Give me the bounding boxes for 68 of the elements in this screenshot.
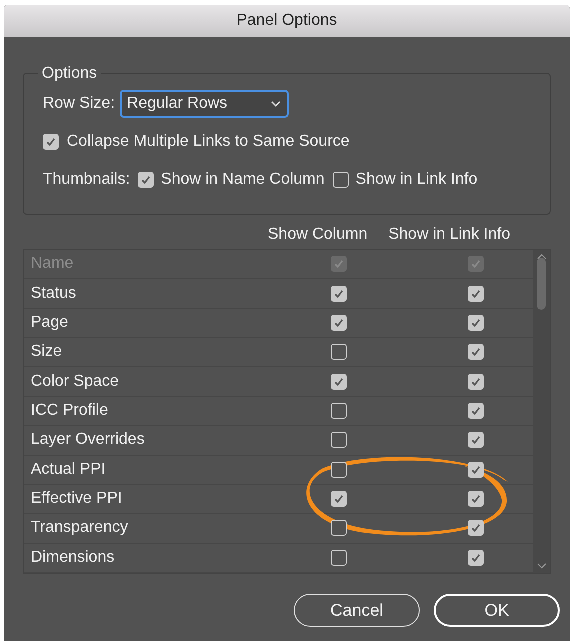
- checkbox[interactable]: [43, 134, 59, 150]
- checkmark-icon: [470, 464, 482, 476]
- ok-button[interactable]: OK: [434, 594, 560, 627]
- checkmark-icon: [470, 316, 482, 329]
- checkmark-icon: [45, 136, 57, 148]
- checkbox[interactable]: [331, 520, 347, 536]
- checkbox[interactable]: [331, 344, 347, 360]
- checkbox[interactable]: [468, 491, 484, 508]
- checkbox[interactable]: [331, 286, 347, 302]
- checkbox[interactable]: [468, 462, 484, 478]
- column-header: Show Column: [268, 225, 368, 245]
- checkbox[interactable]: [332, 172, 349, 188]
- checkmark-icon: [470, 434, 482, 446]
- column-header: Show in Link Info: [388, 225, 510, 245]
- checkbox[interactable]: [468, 402, 484, 419]
- row-label: Dimensions: [31, 548, 116, 568]
- checkbox[interactable]: [468, 432, 484, 448]
- checkmark-icon: [333, 288, 345, 300]
- checkbox[interactable]: [468, 374, 484, 390]
- checkbox-label: Collapse Multiple Links to Same Source: [67, 132, 350, 152]
- scrollbar[interactable]: [533, 250, 550, 573]
- row-label: Page: [31, 312, 70, 333]
- checkmark-icon: [470, 493, 482, 506]
- checkmark-icon: [470, 288, 482, 300]
- cancel-button[interactable]: Cancel: [294, 594, 420, 627]
- checkbox[interactable]: [331, 491, 347, 508]
- checkbox-label: Show in Link Info: [356, 170, 478, 190]
- row-size-label: Row Size:: [43, 94, 116, 114]
- checkmark-icon: [333, 376, 345, 388]
- checkbox[interactable]: [468, 286, 484, 302]
- checkbox[interactable]: [468, 314, 484, 331]
- checkbox[interactable]: [468, 520, 484, 536]
- chevron-down-icon: [270, 100, 282, 108]
- checkbox[interactable]: [331, 462, 347, 478]
- window-title: Panel Options: [236, 11, 338, 31]
- chevron-up-icon: [536, 253, 546, 260]
- row-label: Layer Overrides: [31, 430, 146, 450]
- checkbox[interactable]: [331, 402, 347, 419]
- row-label: Color Space: [31, 372, 120, 392]
- row-size-dropdown[interactable]: Regular Rows: [120, 90, 290, 118]
- checkbox[interactable]: [331, 550, 347, 566]
- scrollbar-thumb[interactable]: [537, 258, 546, 310]
- row-label: Status: [31, 284, 78, 304]
- checkbox-label: Show in Name Column: [161, 170, 325, 190]
- thumbnails-label: Thumbnails:: [43, 170, 130, 190]
- checkbox[interactable]: [468, 550, 484, 566]
- checkmark-icon: [470, 552, 482, 564]
- row-label: Actual PPI: [31, 460, 107, 480]
- checkmark-icon: [470, 522, 482, 534]
- checkmark-icon: [470, 258, 482, 270]
- checkmark-icon: [470, 404, 482, 417]
- chevron-down-icon: [536, 563, 546, 570]
- checkmark-icon: [470, 346, 482, 358]
- checkmark-icon: [333, 493, 345, 506]
- row-label: Transparency: [31, 518, 130, 538]
- row-label: Size: [31, 342, 64, 362]
- checkmark-icon: [333, 316, 345, 329]
- checkbox[interactable]: [331, 432, 347, 448]
- checkmark-icon: [470, 376, 482, 388]
- row-label: ICC Profile: [31, 400, 110, 421]
- checkbox[interactable]: [331, 374, 347, 390]
- checkmark-icon: [333, 258, 345, 270]
- checkbox[interactable]: [138, 172, 154, 188]
- row-label: Effective PPI: [31, 489, 124, 510]
- checkmark-icon: [140, 174, 152, 186]
- checkbox[interactable]: [468, 344, 484, 360]
- row-label: Name: [31, 254, 75, 274]
- checkbox[interactable]: [331, 314, 347, 331]
